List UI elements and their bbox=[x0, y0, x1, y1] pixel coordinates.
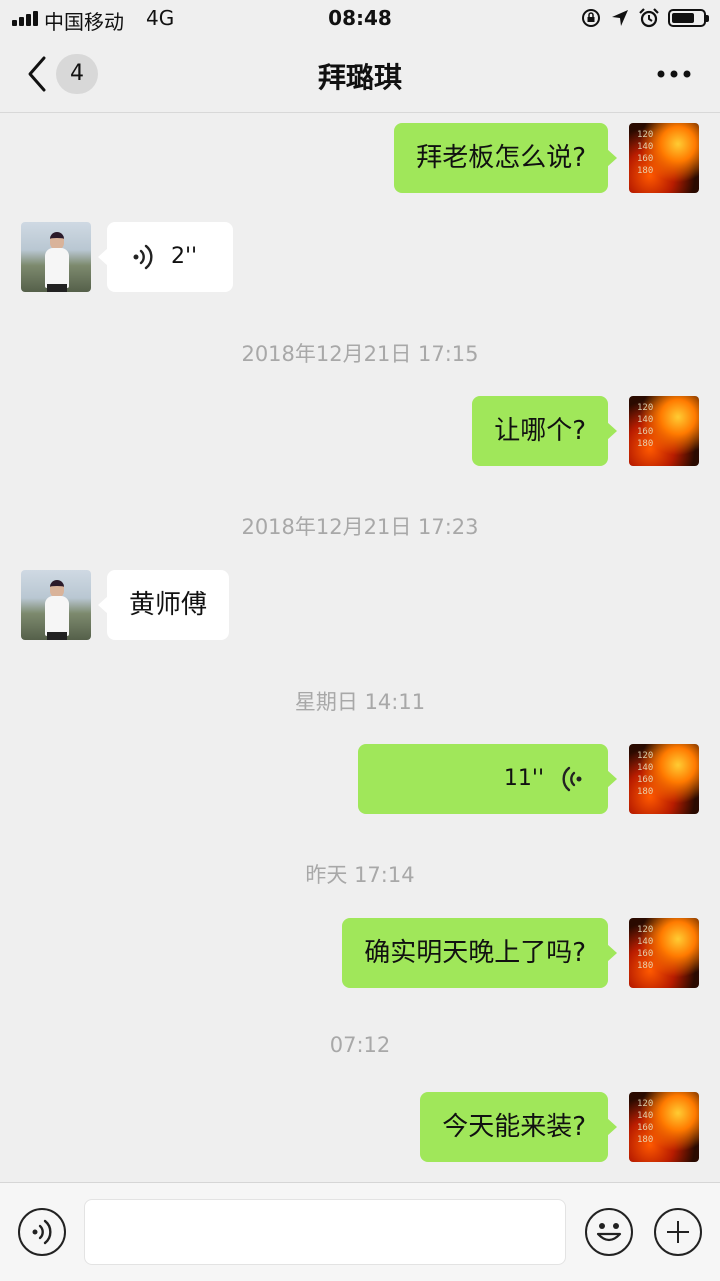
unread-count-badge[interactable]: 4 bbox=[56, 54, 98, 94]
my-avatar[interactable]: 120 140 160 180 bbox=[629, 918, 699, 988]
voice-input-icon bbox=[32, 1219, 52, 1245]
timestamp: 昨天 17:14 bbox=[305, 863, 415, 887]
chat-header: 4 拜璐琪 bbox=[0, 36, 720, 113]
more-dots-icon[interactable] bbox=[656, 62, 692, 86]
battery-icon bbox=[668, 9, 709, 27]
my-message-bubble[interactable]: 让哪个? bbox=[472, 396, 617, 466]
back-button[interactable] bbox=[18, 52, 58, 96]
status-bar: 中国移动 4G 08:48 bbox=[0, 0, 720, 36]
my-message-bubble[interactable]: 今天能来装? bbox=[420, 1092, 617, 1162]
voice-duration: 2'' bbox=[171, 244, 198, 269]
my-voice-message[interactable]: 11'' bbox=[358, 744, 617, 814]
location-icon bbox=[612, 10, 628, 26]
my-avatar[interactable]: 120 140 160 180 bbox=[629, 123, 699, 193]
voice-input-button[interactable] bbox=[18, 1208, 66, 1256]
rotation-lock-icon bbox=[582, 9, 600, 27]
emoji-button[interactable] bbox=[585, 1208, 633, 1256]
alarm-icon bbox=[639, 8, 659, 28]
timestamp: 星期日 14:11 bbox=[294, 690, 426, 714]
contact-avatar[interactable] bbox=[21, 222, 91, 292]
contact-voice-message[interactable]: 2'' bbox=[98, 222, 233, 292]
chat-title: 拜璐琪 bbox=[317, 61, 402, 94]
voice-duration: 11'' bbox=[503, 766, 544, 791]
my-avatar[interactable]: 120 140 160 180 bbox=[629, 1092, 699, 1162]
my-avatar[interactable]: 120 140 160 180 bbox=[629, 396, 699, 466]
my-avatar[interactable]: 120 140 160 180 bbox=[629, 744, 699, 814]
emoji-icon bbox=[596, 1223, 622, 1242]
input-bar bbox=[0, 1182, 720, 1281]
timestamp: 2018年12月21日 17:23 bbox=[241, 515, 479, 539]
contact-avatar[interactable] bbox=[21, 570, 91, 640]
chevron-left-icon bbox=[28, 56, 46, 92]
timestamp: 2018年12月21日 17:15 bbox=[241, 342, 479, 366]
voice-wave-icon bbox=[133, 244, 153, 270]
plus-button[interactable] bbox=[654, 1208, 702, 1256]
my-message-bubble[interactable]: 确实明天晚上了吗? bbox=[342, 918, 617, 988]
timestamp: 07:12 bbox=[329, 1033, 391, 1057]
my-message-bubble[interactable]: 拜老板怎么说? bbox=[394, 123, 617, 193]
message-input[interactable] bbox=[84, 1199, 566, 1265]
voice-wave-icon bbox=[562, 766, 582, 792]
contact-message-bubble[interactable]: 黄师傅 bbox=[97, 570, 230, 640]
